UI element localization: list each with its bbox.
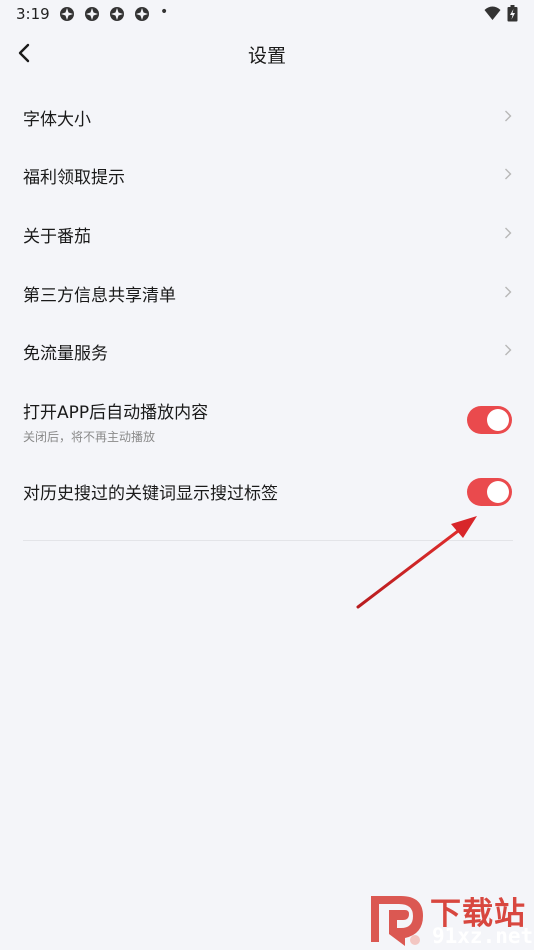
page-title: 设置	[247, 45, 286, 67]
watermark: 下载站 91xz.net	[360, 888, 534, 950]
header-bar: 设置	[0, 30, 534, 76]
settings-row-third-party-sharing-list[interactable]: 第三方信息共享清单	[0, 266, 534, 320]
settings-row-about[interactable]: 关于番茄	[0, 207, 534, 261]
searched-tag-toggle[interactable]	[467, 478, 512, 506]
row-label: 第三方信息共享清单	[23, 286, 176, 306]
chevron-right-icon	[505, 168, 512, 180]
chevron-right-icon	[505, 286, 512, 298]
watermark-logo-icon	[371, 896, 423, 946]
row-label: 对历史搜过的关键词显示搜过标签	[23, 484, 278, 504]
settings-row-font-size[interactable]: 字体大小	[0, 90, 534, 144]
chevron-right-icon	[505, 344, 512, 356]
toggle-knob	[487, 481, 509, 503]
notification-app-icon	[135, 7, 149, 21]
settings-row-welfare-reminder[interactable]: 福利领取提示	[0, 148, 534, 202]
more-notifications-dot-icon: •	[160, 4, 169, 20]
row-label: 打开APP后自动播放内容	[23, 403, 209, 423]
autoplay-toggle[interactable]	[467, 406, 512, 434]
row-label: 关于番茄	[23, 227, 91, 247]
toggle-knob	[487, 409, 509, 431]
row-label: 字体大小	[23, 110, 91, 130]
divider	[23, 540, 513, 541]
notification-app-icon	[85, 7, 99, 21]
watermark-url: 91xz.net	[432, 924, 534, 948]
settings-row-searched-tag: 对历史搜过的关键词显示搜过标签	[0, 466, 534, 520]
settings-row-data-free-service[interactable]: 免流量服务	[0, 324, 534, 378]
notification-app-icon	[110, 7, 124, 21]
notification-app-icon	[60, 7, 74, 21]
status-bar: 3:19 •	[0, 0, 534, 30]
chevron-right-icon	[505, 110, 512, 122]
row-sublabel: 关闭后，将不再主动播放	[23, 430, 156, 444]
chevron-right-icon	[505, 227, 512, 239]
row-label: 福利领取提示	[23, 168, 125, 188]
status-time: 3:19	[16, 5, 50, 23]
battery-charging-icon	[507, 5, 518, 22]
row-label: 免流量服务	[23, 344, 108, 364]
settings-row-autoplay: 打开APP后自动播放内容 关闭后，将不再主动播放	[0, 388, 534, 452]
wifi-icon	[484, 6, 501, 20]
